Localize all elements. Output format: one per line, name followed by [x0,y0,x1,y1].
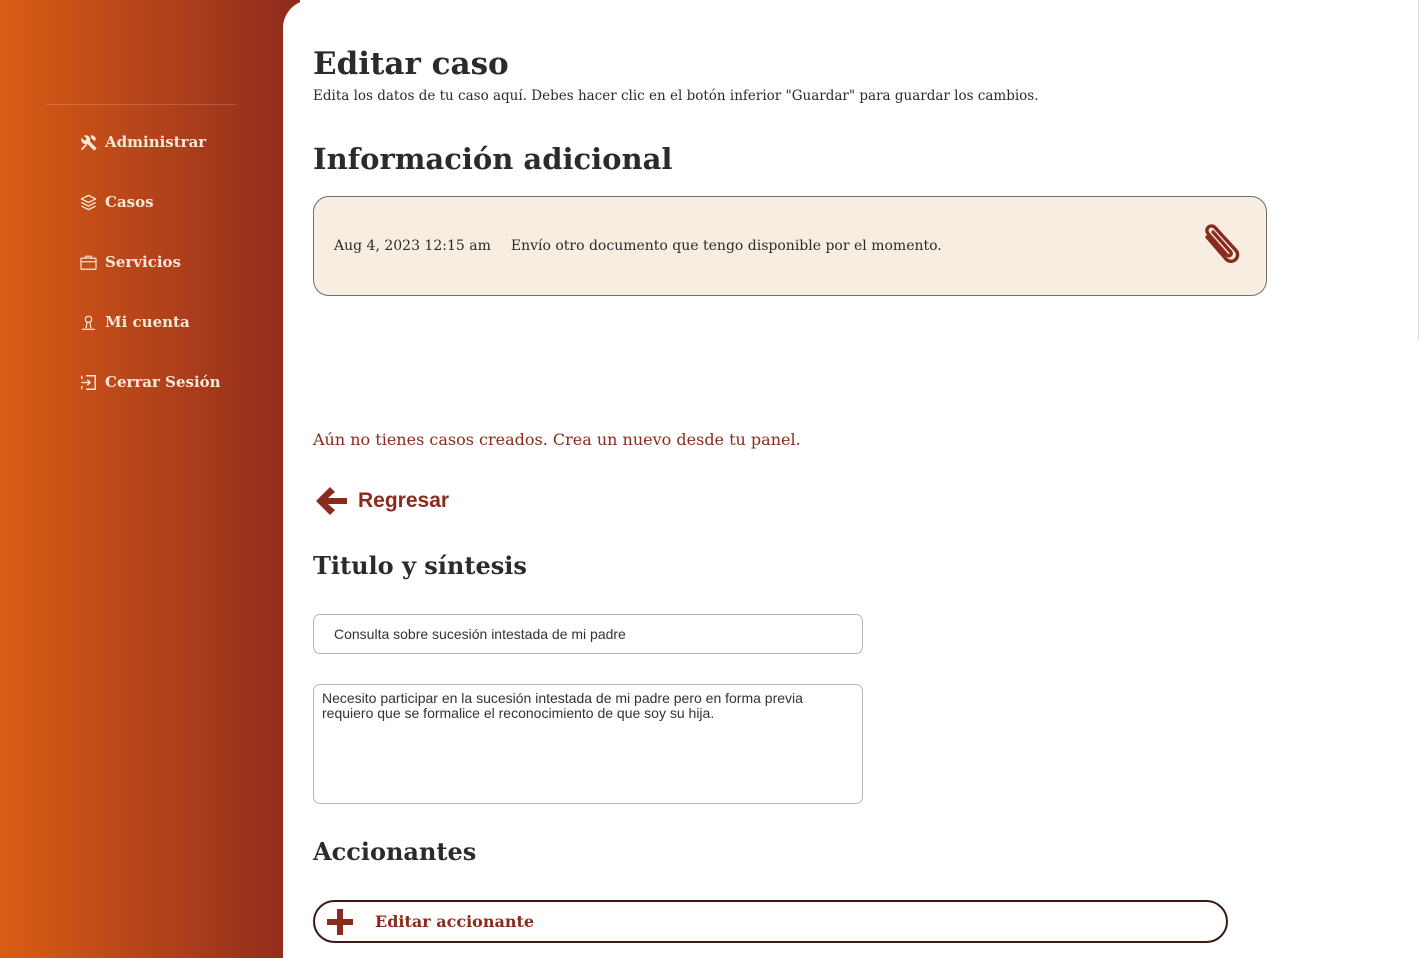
case-title-input[interactable] [313,614,863,654]
sidebar-divider [46,104,236,105]
sidebar-nav: Administrar Casos Servicios Mi cuenta Ce… [78,128,221,428]
layers-icon [78,192,98,212]
page-subtitle: Edita los datos de tu caso aquí. Debes h… [313,88,1039,104]
edit-accionante-label: Editar accionante [375,912,535,931]
arrow-left-icon [316,487,347,515]
sidebar-item-cerrar-sesion[interactable]: Cerrar Sesión [78,368,221,396]
info-heading: Información adicional [313,142,673,176]
tools-icon [78,132,98,152]
sidebar-item-mi-cuenta[interactable]: Mi cuenta [78,308,221,336]
main-content: Editar caso Edita los datos de tu caso a… [283,0,1419,958]
case-summary-textarea[interactable]: Necesito participar en la sucesión intes… [313,684,863,804]
sidebar-item-servicios[interactable]: Servicios [78,248,221,276]
back-button[interactable]: Regresar [313,484,449,518]
sidebar: Administrar Casos Servicios Mi cuenta Ce… [0,0,300,958]
title-section-heading: Titulo y síntesis [313,551,527,580]
sidebar-item-administrar[interactable]: Administrar [78,128,221,156]
accionantes-heading: Accionantes [313,837,477,866]
sidebar-item-label: Administrar [105,133,207,151]
page-title: Editar caso [313,46,509,82]
user-icon [78,312,98,332]
sidebar-item-label: Servicios [105,253,181,271]
empty-cases-message: Aún no tienes casos creados. Crea un nue… [313,430,801,449]
info-entry-date: Aug 4, 2023 12:15 am [334,238,491,254]
edit-accionante-button[interactable]: Editar accionante [313,900,1228,943]
sidebar-item-label: Cerrar Sesión [105,373,221,391]
briefcase-icon [78,252,98,272]
sidebar-item-label: Mi cuenta [105,313,190,331]
paperclip-icon[interactable] [1196,221,1244,271]
back-label: Regresar [358,489,450,512]
info-entry-text: Envío otro documento que tengo disponibl… [510,238,942,254]
sidebar-item-label: Casos [105,193,154,211]
sidebar-item-casos[interactable]: Casos [78,188,221,216]
info-entry-card: Aug 4, 2023 12:15 am Envío otro document… [313,196,1267,296]
logout-icon [78,372,98,392]
plus-icon [327,908,353,935]
